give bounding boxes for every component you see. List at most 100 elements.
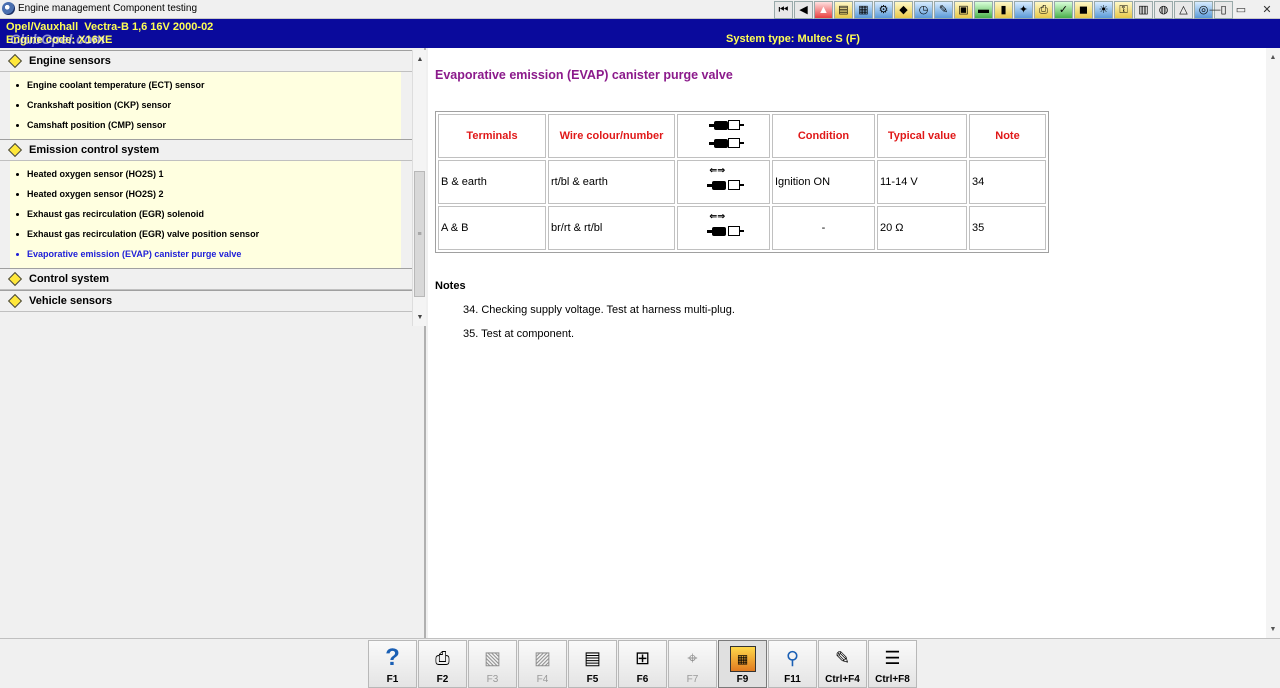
connector-header-icon [704,117,744,153]
scroll-up-icon[interactable]: ▲ [413,52,427,66]
f11-search-button[interactable]: ⚲ F11 [768,640,817,688]
tree-group-vehicle-sensors[interactable]: Vehicle sensors [0,290,412,312]
f1-help-button[interactable]: ? F1 [368,640,417,688]
header-typical: Typical value [877,114,967,158]
navigation-pane: Engine sensors Engine coolant temperatur… [0,48,426,638]
bullet-icon [16,212,19,216]
globe-icon[interactable]: ◍ [1154,1,1173,19]
tree-item-egr-solenoid[interactable]: Exhaust gas recirculation (EGR) solenoid [10,204,401,224]
tree-group-control-system[interactable]: Control system [0,268,412,290]
vehicle-header: Opel/Vauxhall Vectra-B 1,6 16V 2000-02 E… [0,19,1280,48]
minimize-icon[interactable]: — [1202,0,1228,19]
bullet-icon [16,103,19,107]
cell-terminals: B & earth [438,160,546,204]
cell-terminals: A & B [438,206,546,250]
f2-print-button[interactable]: ⎙ F2 [418,640,467,688]
table-header-row: Terminals Wire colour/number Condition T… [438,114,1046,158]
scroll-down-icon[interactable]: ▼ [1266,622,1280,636]
connector-disconnected-icon: ⇐ ⇒ [704,163,744,199]
scroll-down-icon[interactable]: ▼ [413,310,427,324]
search-icon: ⚲ [785,647,800,668]
tree-item-label: Heated oxygen sensor (HO2S) 1 [27,169,164,179]
fkey-label: F2 [436,674,449,685]
group-label: Engine sensors [29,55,111,67]
document-icon[interactable]: ▥ [1134,1,1153,19]
tree-scrollbar[interactable]: ▲ ≡ ▼ [412,50,426,326]
wrench-icon[interactable]: ✎ [934,1,953,19]
tree-item-label: Exhaust gas recirculation (EGR) valve po… [27,229,260,239]
note-item: 35. Test at component. [463,328,575,340]
cell-typical: 20 Ω [877,206,967,250]
header-connector-icon-cell [677,114,770,158]
cell-wire: br/rt & rt/bl [548,206,675,250]
f7-probe-button[interactable]: ⌖ F7 [668,640,717,688]
tree-item-label: Camshaft position (CMP) sensor [27,120,167,130]
tree-item-label: Evaporative emission (EVAP) canister pur… [27,249,242,259]
clock-icon[interactable]: ◷ [914,1,933,19]
function-key-bar: ? F1 ⎙ F2 ▧ F3 ▨ F4 ▤ F5 ⊞ F6 ⌖ F7 ▦ F9 [0,638,1280,688]
codes-icon: ▦ [729,646,756,672]
content-scrollbar[interactable]: ▲ ▼ [1266,48,1280,638]
notepad-icon: ✎ [834,647,851,668]
help-icon: ? [385,644,400,671]
tree-group-emission-control[interactable]: Emission control system [0,139,412,161]
scroll-up-icon[interactable]: ▲ [1266,50,1280,64]
scrollbar-thumb[interactable]: ≡ [414,171,425,297]
ctrl-f8-table-button[interactable]: ☰ Ctrl+F8 [868,640,917,688]
group-label: Control system [29,273,110,285]
book-icon[interactable]: ▤ [834,1,853,19]
previous-page-icon[interactable]: ◀ [794,1,813,19]
ctrl-f4-notepad-button[interactable]: ✎ Ctrl+F4 [818,640,867,688]
tick-icon[interactable]: ✓ [1054,1,1073,19]
cell-condition: - [772,206,875,250]
group-items-engine-sensors: Engine coolant temperature (ECT) sensor … [10,72,401,139]
key-icon[interactable]: ⚿ [1114,1,1133,19]
f5-component-location-button[interactable]: ▤ F5 [568,640,617,688]
bullet-icon [16,232,19,236]
engine-icon[interactable]: ▣ [954,1,973,19]
tools-icon[interactable]: ✦ [1014,1,1033,19]
tree-item-egr-position-sensor[interactable]: Exhaust gas recirculation (EGR) valve po… [10,224,401,244]
f3-wiring-button[interactable]: ▧ F3 [468,640,517,688]
fkey-label: F1 [386,674,399,685]
tree-item-ho2s-1[interactable]: Heated oxygen sensor (HO2S) 1 [10,164,401,184]
tree-item-ho2s-2[interactable]: Heated oxygen sensor (HO2S) 2 [10,184,401,204]
close-icon[interactable]: ✕ [1254,0,1280,19]
warning-triangle-icon[interactable]: △ [1174,1,1193,19]
tree-item-ckp-sensor[interactable]: Crankshaft position (CKP) sensor [10,95,401,115]
header-condition: Condition [772,114,875,158]
printer-icon[interactable]: ⎙ [1034,1,1053,19]
table-row: B & earth rt/bl & earth ⇐ ⇒ Ignition ON … [438,160,1046,204]
settings-icon[interactable]: ⚙ [874,1,893,19]
tree-item-ect-sensor[interactable]: Engine coolant temperature (ECT) sensor [10,75,401,95]
battery-icon[interactable]: ▮ [994,1,1013,19]
maximize-icon[interactable]: ▭ [1228,0,1254,19]
light-icon[interactable]: ☀ [1094,1,1113,19]
cell-typical: 11-14 V [877,160,967,204]
lock-icon[interactable]: ◼ [1074,1,1093,19]
f4-wiring-detail-button[interactable]: ▨ F4 [518,640,567,688]
vehicle-icon[interactable]: ◆ [894,1,913,19]
wiring-detail-icon: ▨ [533,647,551,668]
car-icon[interactable]: ▬ [974,1,993,19]
cell-connector-icon: ⇐ ⇒ [677,206,770,250]
first-page-icon[interactable]: ⏮ [774,1,793,19]
collapsed-diamond-icon [7,293,23,309]
content-pane: Evaporative emission (EVAP) canister pur… [428,48,1266,638]
group-label: Vehicle sensors [29,295,113,307]
component-tree: Engine sensors Engine coolant temperatur… [0,50,412,326]
title-bar: Engine management Component testing ⏮ ◀ … [0,0,1280,19]
fkey-label: Ctrl+F8 [875,674,910,685]
bullet-icon [16,123,19,127]
group-label: Emission control system [29,144,160,156]
f9-codes-button[interactable]: ▦ F9 [718,640,767,688]
tree-group-engine-sensors[interactable]: Engine sensors [0,50,412,72]
tree-item-evap-purge-valve[interactable]: Evaporative emission (EVAP) canister pur… [10,244,401,264]
data-icon[interactable]: ▦ [854,1,873,19]
tree-item-cmp-sensor[interactable]: Camshaft position (CMP) sensor [10,115,401,135]
cell-condition: Ignition ON [772,160,875,204]
warning-icon[interactable]: ▲ [814,1,833,19]
bullet-icon [16,252,19,256]
fkey-label: Ctrl+F4 [825,674,860,685]
f6-connector-button[interactable]: ⊞ F6 [618,640,667,688]
